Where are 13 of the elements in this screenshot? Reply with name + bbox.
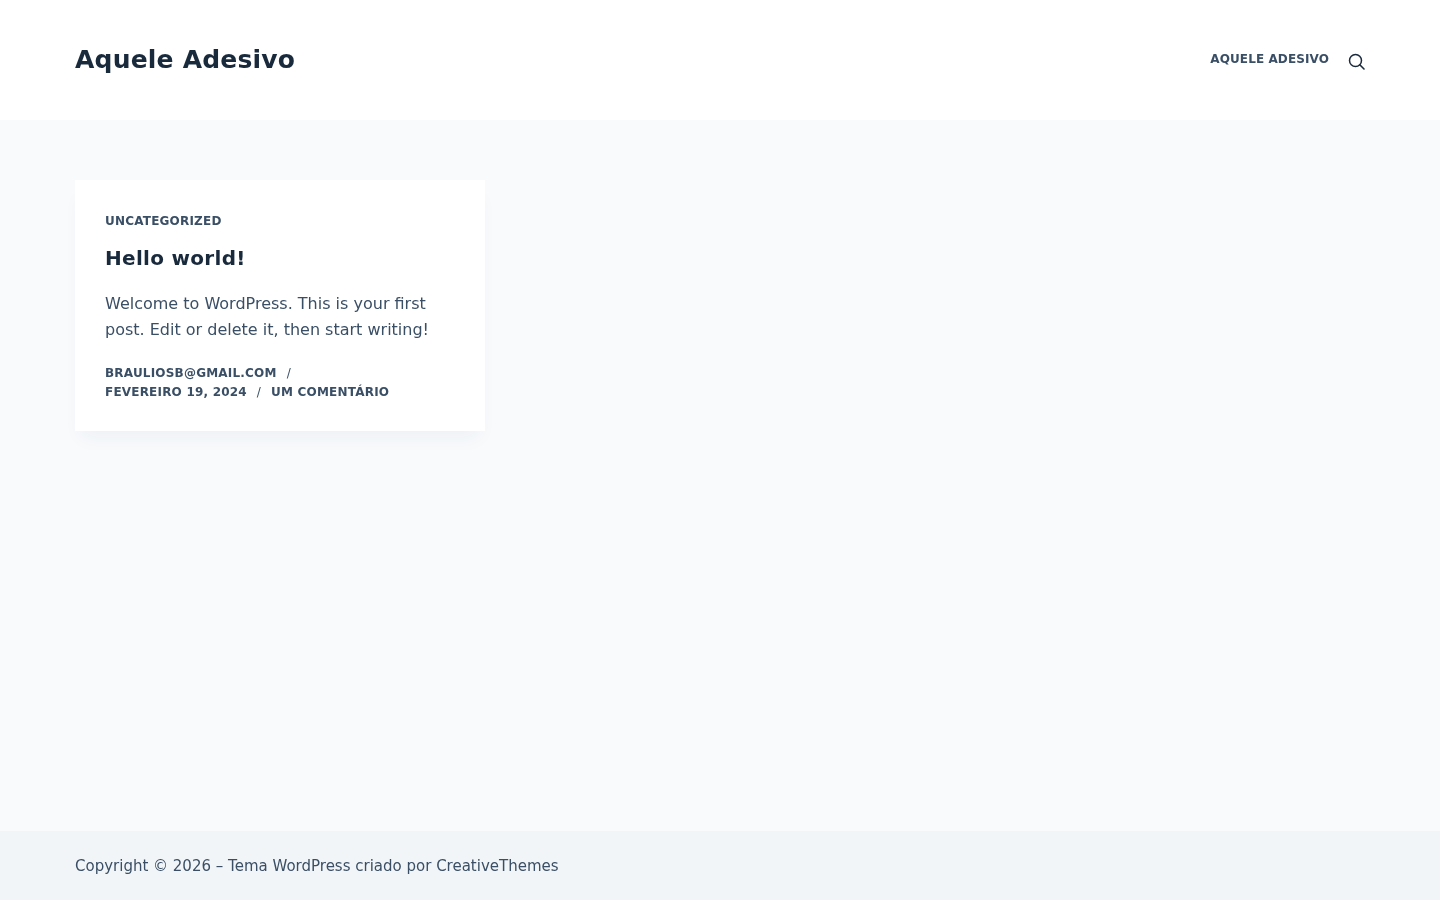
comments-link[interactable]: UM COMENTÁRIO bbox=[271, 385, 390, 400]
copyright-text: Copyright © 2026 – Tema WordPress criado por CreativeThemes bbox=[75, 856, 559, 875]
meta-separator: / bbox=[256, 385, 262, 400]
category-link[interactable]: UNCATEGORIZED bbox=[105, 214, 222, 229]
meta-separator: / bbox=[286, 366, 291, 381]
nav-link[interactable]: AQUELE ADESIVO bbox=[1210, 51, 1329, 69]
site-title[interactable]: Aquele Adesivo bbox=[75, 44, 296, 76]
post-date: FEVEREIRO 19, 2024 bbox=[105, 385, 247, 400]
post-title[interactable]: Hello world! bbox=[105, 243, 455, 273]
post-excerpt: Welcome to WordPress. This is your first post. Edit or delete it, then start writing! bbox=[105, 293, 430, 341]
search-button[interactable] bbox=[1348, 52, 1365, 70]
search-icon bbox=[1348, 52, 1365, 70]
author-link[interactable]: BRAULIOSB@GMAIL.COM bbox=[105, 366, 277, 381]
